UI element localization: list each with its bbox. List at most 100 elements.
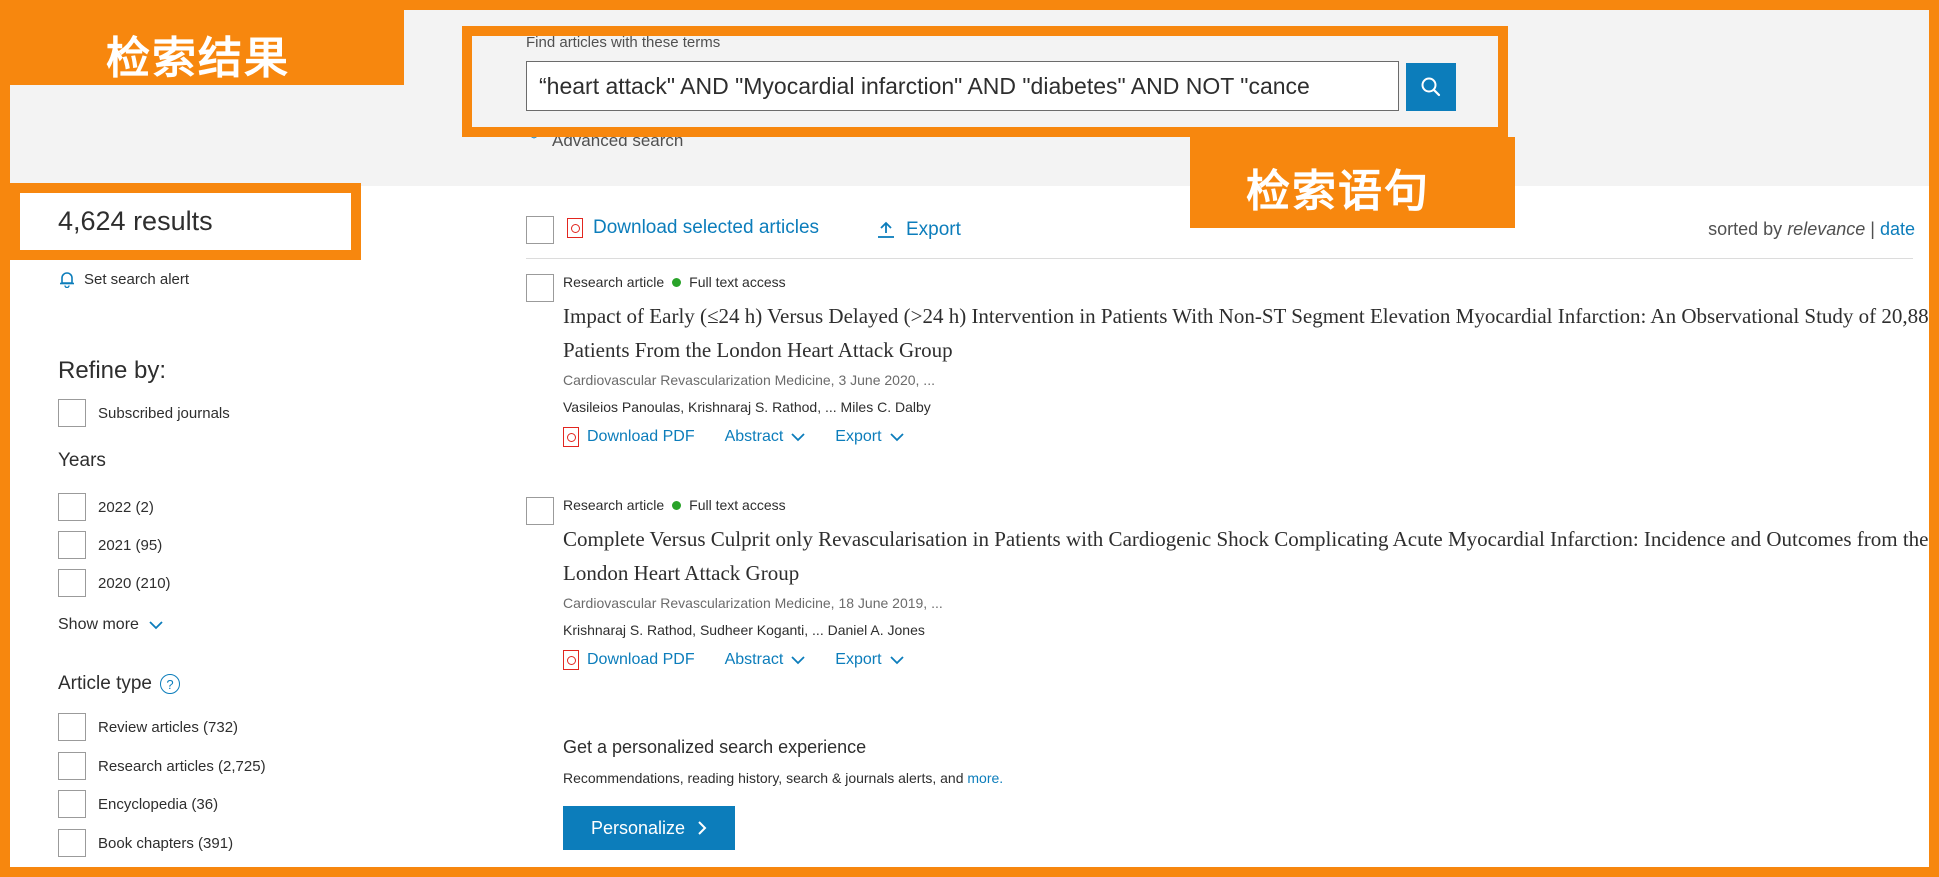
result-title-link[interactable]: Impact of Early (≤24 h) Versus Delayed (… [563, 299, 1939, 367]
result-checkbox[interactable] [526, 497, 554, 525]
result-checkbox[interactable] [526, 274, 554, 302]
abstract-toggle[interactable]: Abstract [725, 651, 806, 669]
filter-article-type[interactable]: Book chapters (391) [58, 829, 233, 857]
abstract-label: Abstract [724, 428, 784, 445]
filter-subscribed-journals[interactable]: Subscribed journals [58, 399, 230, 427]
advanced-search-link[interactable]: ︾ Advanced search [526, 131, 683, 151]
download-selected-label: Download selected articles [593, 217, 820, 238]
annotation-query-label: 检索语句 [1190, 137, 1515, 228]
checkbox[interactable] [58, 829, 86, 857]
result-meta: Research article Full text access [563, 497, 786, 513]
abstract-label: Abstract [724, 651, 784, 668]
search-button[interactable] [1406, 63, 1456, 111]
help-icon[interactable]: ? [159, 674, 180, 694]
filter-label: Book chapters (391) [98, 834, 234, 852]
years-heading: Years [58, 450, 106, 472]
double-chevron-down-icon: ︾ [526, 132, 543, 149]
personalize-subtext-label: Recommendations, reading history, search… [563, 770, 964, 786]
result-item: Research article Full text access Impact… [526, 274, 1939, 464]
sort-control: sorted by relevance | date [1708, 219, 1915, 240]
pdf-icon [563, 427, 579, 447]
personalize-subtext: Recommendations, reading history, search… [563, 770, 1003, 786]
access-dot-icon [672, 500, 682, 510]
article-type: Research article [563, 497, 665, 513]
filter-year[interactable]: 2020 (210) [58, 569, 171, 597]
results-count: 4,624 results [58, 206, 213, 236]
abstract-toggle[interactable]: Abstract [725, 428, 806, 446]
show-more-label: Show more [58, 616, 139, 633]
article-type-heading: Article type ? [58, 673, 180, 695]
chevron-down-icon [791, 433, 805, 442]
chevron-down-icon [889, 433, 904, 442]
sort-date-link[interactable]: date [1880, 219, 1915, 239]
advanced-search-label: Advanced search [552, 131, 684, 150]
result-actions: Download PDF Abstract Export [563, 650, 904, 670]
export-toggle[interactable]: Export [835, 428, 904, 446]
more-link[interactable]: more. [967, 770, 1003, 786]
result-title-link[interactable]: Complete Versus Culprit only Revasculari… [563, 522, 1939, 590]
filter-article-type[interactable]: Encyclopedia (36) [58, 790, 218, 818]
checkbox[interactable] [58, 752, 86, 780]
filter-label: 2022 (2) [98, 498, 154, 516]
filter-label: Subscribed journals [98, 404, 230, 422]
sort-label: sorted by [1708, 219, 1783, 239]
access-dot-icon [672, 277, 682, 287]
bell-icon [60, 272, 74, 288]
download-selected-button[interactable]: Download selected articles [567, 217, 819, 239]
checkbox[interactable] [58, 493, 86, 521]
chevron-right-icon [698, 821, 707, 835]
show-more-years[interactable]: Show more [58, 616, 163, 634]
export-label: Export [906, 219, 961, 240]
access-label: Full text access [689, 497, 786, 513]
chevron-down-icon [149, 621, 163, 630]
access-label: Full text access [689, 274, 786, 290]
search-icon [1421, 77, 1441, 97]
download-pdf-label: Download PDF [587, 428, 695, 445]
result-actions: Download PDF Abstract Export [563, 427, 904, 447]
chevron-down-icon [889, 656, 904, 665]
chevron-down-icon [791, 656, 805, 665]
filter-year[interactable]: 2022 (2) [58, 493, 154, 521]
filter-label: 2020 (210) [98, 574, 171, 592]
set-search-alert-label: Set search alert [84, 270, 190, 288]
result-authors: Vasileios Panoulas, Krishnaraj S. Rathod… [563, 399, 931, 415]
download-pdf-link[interactable]: Download PDF [563, 427, 695, 447]
result-meta: Research article Full text access [563, 274, 786, 290]
export-button[interactable]: Export [876, 219, 961, 241]
checkbox[interactable] [58, 399, 86, 427]
filter-label: Research articles (2,725) [98, 757, 266, 775]
search-label: Find articles with these terms [526, 34, 721, 51]
search-input[interactable]: “heart attack" AND "Myocardial infarctio… [526, 61, 1399, 111]
filter-label: Encyclopedia (36) [98, 795, 219, 813]
article-type-heading-label: Article type [58, 673, 152, 694]
result-authors: Krishnaraj S. Rathod, Sudheer Koganti, .… [563, 622, 925, 638]
refine-heading: Refine by: [58, 357, 167, 384]
pdf-icon [567, 218, 583, 238]
sort-separator: | [1870, 219, 1875, 239]
select-all-checkbox[interactable] [526, 216, 554, 244]
export-toggle[interactable]: Export [835, 651, 904, 669]
filter-article-type[interactable]: Research articles (2,725) [58, 752, 266, 780]
sort-relevance[interactable]: relevance [1787, 219, 1865, 239]
result-journal: Cardiovascular Revascularization Medicin… [563, 372, 935, 388]
filter-year[interactable]: 2021 (95) [58, 531, 162, 559]
filter-label: Review articles (732) [98, 718, 239, 736]
checkbox[interactable] [58, 531, 86, 559]
checkbox[interactable] [58, 713, 86, 741]
checkbox[interactable] [58, 569, 86, 597]
download-pdf-link[interactable]: Download PDF [563, 650, 695, 670]
upload-icon [878, 221, 894, 238]
years-heading-label: Years [58, 450, 106, 471]
annotation-results-title: 检索结果 [10, 10, 404, 85]
personalize-button[interactable]: Personalize [563, 806, 735, 850]
result-journal: Cardiovascular Revascularization Medicin… [563, 595, 943, 611]
divider [526, 258, 1913, 259]
checkbox[interactable] [58, 790, 86, 818]
filter-article-type[interactable]: Review articles (732) [58, 713, 238, 741]
download-pdf-label: Download PDF [587, 651, 695, 668]
pdf-icon [563, 650, 579, 670]
personalize-button-label: Personalize [590, 817, 686, 838]
set-search-alert[interactable]: Set search alert [58, 270, 189, 288]
result-item: Research article Full text access Comple… [526, 497, 1928, 687]
annotation-results-label: 检索结果 [106, 33, 290, 84]
